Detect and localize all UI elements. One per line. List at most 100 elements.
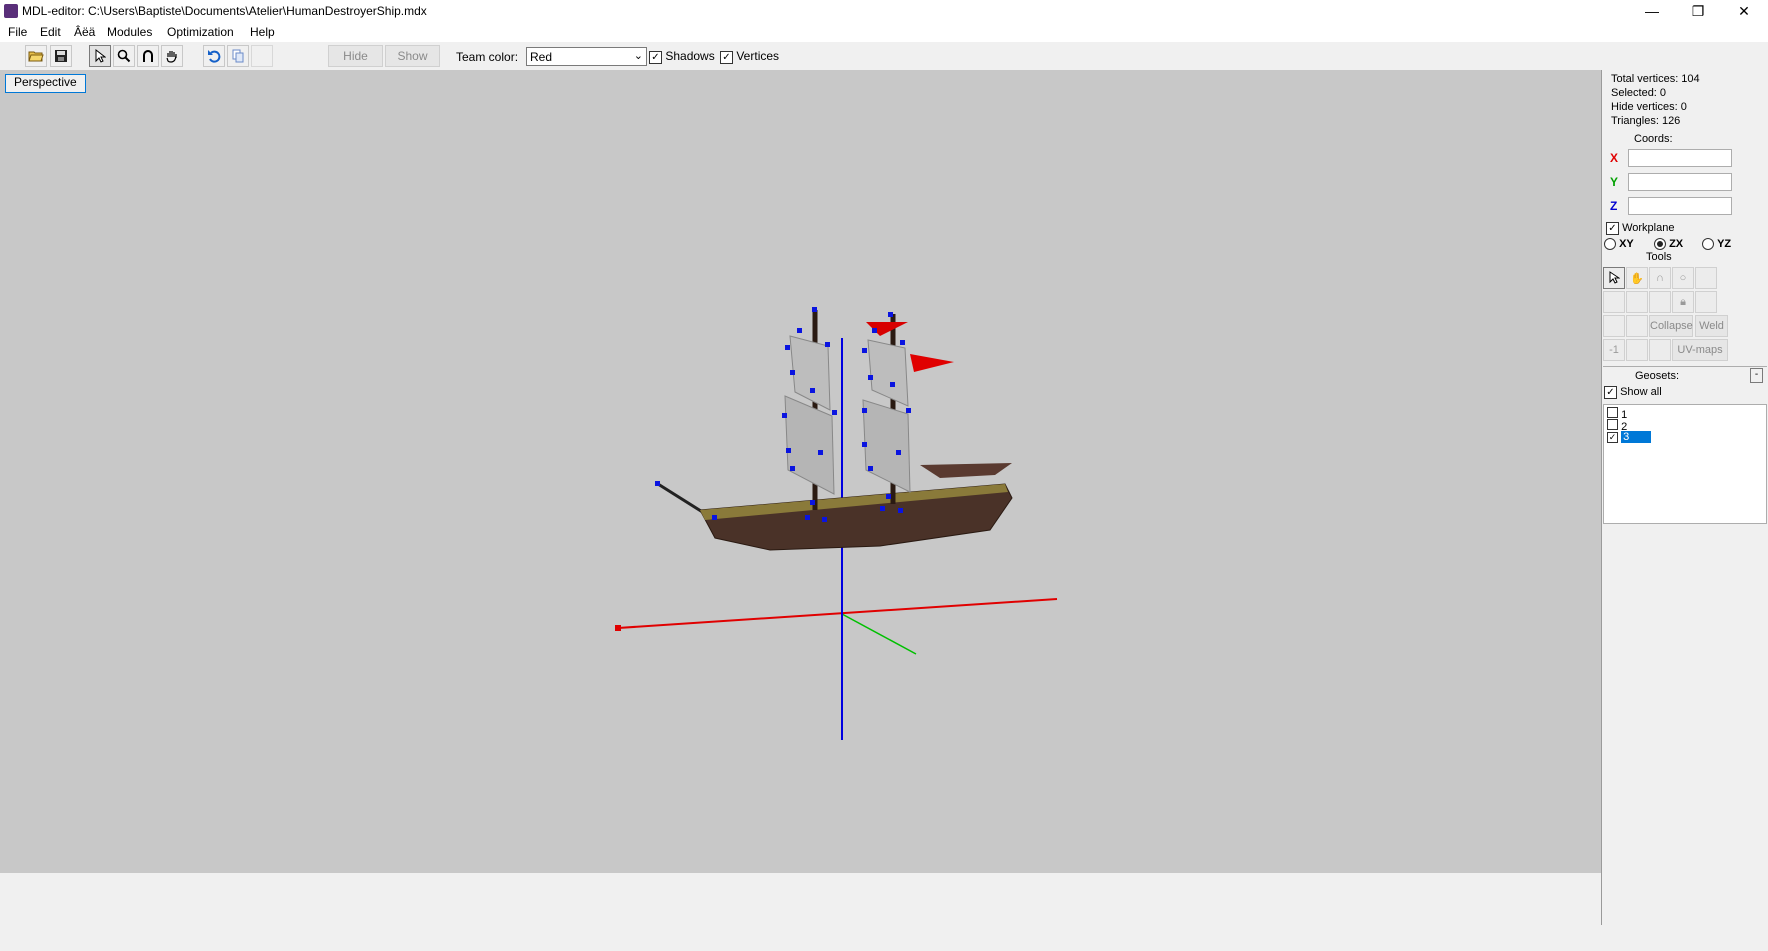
- app-icon: [4, 4, 18, 18]
- vertices-label: Vertices: [736, 49, 780, 63]
- lock-tool[interactable]: 🔒︎: [1672, 291, 1694, 313]
- plane-yz-label: YZ: [1717, 238, 1732, 250]
- magnet-icon: ∩: [1656, 272, 1664, 284]
- plane-yz-radio[interactable]: YZ: [1702, 238, 1732, 251]
- tool-slot-7[interactable]: [1626, 291, 1648, 313]
- rotate-tool-button[interactable]: [137, 45, 159, 67]
- side-flag: [910, 354, 954, 372]
- undo-icon: [208, 50, 221, 63]
- plane-zx-radio[interactable]: ZX: [1654, 238, 1684, 251]
- show-button[interactable]: Show: [385, 45, 440, 67]
- tool-slot-11[interactable]: [1603, 315, 1625, 337]
- selected-count-text: Selected: 0: [1611, 87, 1667, 99]
- x-axis-origin-marker: [615, 625, 621, 631]
- tools-label: Tools: [1646, 251, 1672, 263]
- team-color-label: Team color:: [456, 50, 519, 64]
- save-button[interactable]: [50, 45, 72, 67]
- perspective-viewport[interactable]: [0, 70, 1601, 873]
- z-coord-label: Z: [1610, 199, 1618, 213]
- magnet-tool[interactable]: ∩: [1649, 267, 1671, 289]
- hide-button[interactable]: Hide: [328, 45, 383, 67]
- tool-slot-14[interactable]: [1626, 339, 1648, 361]
- zoom-tool-button[interactable]: [113, 45, 135, 67]
- model-render: [615, 307, 1058, 740]
- geoset-3-label: 3: [1621, 431, 1652, 443]
- show-all-label: Show all: [1620, 386, 1662, 398]
- front-bottom-sail: [784, 395, 835, 495]
- tool-slot-15[interactable]: [1649, 339, 1671, 361]
- geoset-3-checkbox[interactable]: ✓: [1607, 432, 1618, 443]
- menu-help[interactable]: Help: [250, 25, 275, 39]
- copy-icon: [232, 49, 244, 63]
- menu-bar: File Edit Âëä Modules Optimization Help: [0, 22, 1768, 42]
- magnifier-icon: [117, 49, 131, 63]
- pan-vertex-tool[interactable]: ✋: [1626, 267, 1648, 289]
- show-all-check-icon: ✓: [1604, 386, 1617, 399]
- shadows-check-icon: ✓: [649, 51, 662, 64]
- geosets-collapse-button[interactable]: -: [1750, 368, 1763, 383]
- show-all-checkbox[interactable]: ✓ Show all: [1604, 386, 1662, 399]
- menu-edit[interactable]: Edit: [40, 25, 61, 39]
- restore-button[interactable]: ❐: [1676, 0, 1720, 22]
- circle-icon: ○: [1679, 272, 1687, 284]
- weld-button[interactable]: Weld: [1695, 315, 1728, 337]
- properties-panel: Total vertices: 104 Selected: 0 Hide ver…: [1601, 70, 1768, 925]
- geosets-label: Geosets:: [1635, 370, 1680, 382]
- plane-xy-radio[interactable]: XY: [1604, 238, 1634, 251]
- uv-maps-button[interactable]: UV-maps: [1672, 339, 1728, 361]
- open-file-button[interactable]: [25, 45, 47, 67]
- geoset-item-3[interactable]: ✓ 3: [1607, 431, 1652, 443]
- tool-slot-5[interactable]: [1695, 267, 1717, 289]
- chevron-down-icon: ⌄: [633, 50, 643, 62]
- rear-bottom-sail: [862, 399, 911, 493]
- workplane-checkbox[interactable]: ✓ Workplane: [1606, 222, 1674, 235]
- hand-tool-icon: ✋: [1630, 272, 1644, 285]
- tool-slot-12[interactable]: [1626, 315, 1648, 337]
- cursor-vertex-icon: [1609, 271, 1620, 284]
- menu-view[interactable]: Âëä: [74, 25, 95, 39]
- menu-optimization[interactable]: Optimization: [167, 25, 234, 39]
- select-tool-button[interactable]: [89, 45, 111, 67]
- magnet-rotate-icon: [143, 50, 153, 62]
- collapse-button[interactable]: Collapse: [1649, 315, 1693, 337]
- close-button[interactable]: ✕: [1722, 0, 1766, 22]
- workplane-label: Workplane: [1622, 222, 1675, 234]
- copy-button[interactable]: [227, 45, 249, 67]
- plane-xy-label: XY: [1619, 238, 1634, 250]
- z-coord-input[interactable]: [1628, 197, 1732, 215]
- vertex-select-tool[interactable]: [1603, 267, 1625, 289]
- menu-file[interactable]: File: [8, 25, 27, 39]
- vertices-checkbox[interactable]: ✓ Vertices: [720, 49, 779, 64]
- y-coord-label: Y: [1610, 175, 1619, 189]
- team-color-select[interactable]: Red ⌄: [526, 47, 647, 66]
- stern-deck: [920, 463, 1012, 478]
- tool-slot-10[interactable]: [1695, 291, 1717, 313]
- geoset-2-checkbox[interactable]: [1607, 419, 1618, 430]
- tool-slot-6[interactable]: [1603, 291, 1625, 313]
- coords-label: Coords:: [1634, 133, 1673, 145]
- status-area: [0, 873, 1601, 951]
- x-coord-label: X: [1610, 151, 1619, 165]
- workplane-check-icon: ✓: [1606, 222, 1619, 235]
- minimize-button[interactable]: —: [1630, 0, 1674, 22]
- geoset-1-checkbox[interactable]: [1607, 407, 1618, 418]
- pan-tool-button[interactable]: [161, 45, 183, 67]
- folder-open-icon: [28, 51, 44, 62]
- tool-slot-8[interactable]: [1649, 291, 1671, 313]
- geosets-header: Geosets: -: [1603, 366, 1767, 386]
- vertices-check-icon: ✓: [720, 51, 733, 64]
- menu-modules[interactable]: Modules: [107, 25, 152, 39]
- radio-zx-icon: [1654, 238, 1666, 251]
- toolbar: Hide Show Team color: Red ⌄ ✓ Shadows ✓ …: [0, 42, 1768, 70]
- undo-button[interactable]: [203, 45, 225, 67]
- view-mode-button[interactable]: Perspective: [5, 74, 86, 93]
- minus-one-button[interactable]: -1: [1603, 339, 1625, 361]
- team-color-value: Red: [530, 50, 553, 64]
- y-coord-input[interactable]: [1628, 173, 1732, 191]
- plane-zx-label: ZX: [1669, 238, 1684, 250]
- radio-yz-icon: [1702, 238, 1714, 251]
- title-bar: MDL-editor: C:\Users\Baptiste\Documents\…: [0, 0, 1768, 22]
- circle-tool[interactable]: ○: [1672, 267, 1694, 289]
- x-coord-input[interactable]: [1628, 149, 1732, 167]
- shadows-checkbox[interactable]: ✓ Shadows: [649, 49, 715, 64]
